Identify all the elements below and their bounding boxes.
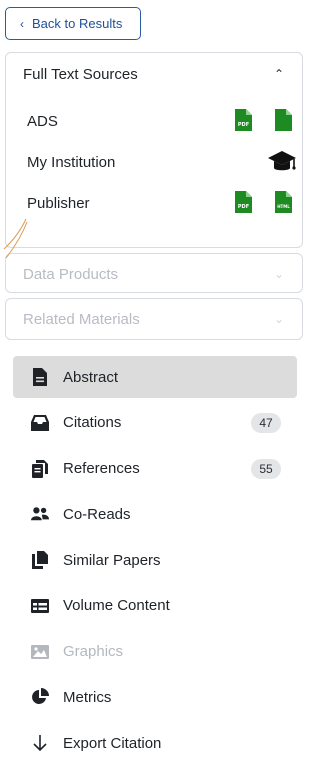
source-label-publisher: Publisher	[27, 194, 90, 212]
publisher-html-icon[interactable]: HTML	[275, 191, 292, 213]
citations-inbox-icon	[31, 414, 49, 432]
publisher-html-text: HTML	[277, 204, 290, 209]
nav-item-co-reads[interactable]: Co-Reads	[13, 493, 297, 535]
related-materials-panel: Related Materials ⌄	[5, 298, 303, 340]
nav-item-export-citation[interactable]: Export Citation	[13, 722, 297, 764]
citations-count-badge: 47	[251, 412, 281, 433]
source-row-my-institution: My Institution	[27, 149, 302, 175]
chevron-up-icon: ⌃	[273, 67, 284, 81]
nav-label-references: References	[63, 460, 140, 477]
full-text-sources-header[interactable]: Full Text Sources ⌃	[6, 53, 302, 95]
related-materials-title: Related Materials	[23, 310, 140, 328]
related-materials-header: Related Materials ⌄	[6, 299, 302, 339]
nav-label-similar-papers: Similar Papers	[63, 551, 161, 569]
image-icon	[31, 643, 49, 661]
chevron-left-icon: ‹	[20, 16, 24, 31]
source-label-my-institution: My Institution	[27, 153, 116, 171]
chevron-down-icon: ⌄	[273, 267, 284, 281]
table-icon	[31, 597, 49, 615]
paper-navigation-menu: Abstract Citations 47 References 55 Co-R…	[13, 356, 297, 768]
nav-label-export-citation: Export Citation	[63, 734, 162, 752]
references-count-badge: 55	[251, 458, 281, 479]
nav-item-volume-content[interactable]: Volume Content	[13, 585, 297, 627]
source-row-publisher: Publisher PDF HTML	[27, 190, 302, 216]
back-to-results-button[interactable]: ‹ Back to Results	[5, 7, 141, 40]
arrow-down-icon	[31, 734, 49, 752]
chevron-down-icon: ⌄	[273, 312, 284, 326]
ads-pdf-icon[interactable]: PDF	[235, 109, 252, 131]
nav-label-graphics: Graphics	[63, 643, 124, 660]
similar-files-icon	[31, 551, 49, 569]
nav-label-metrics: Metrics	[63, 688, 112, 706]
publisher-pdf-icon[interactable]: PDF	[235, 191, 252, 213]
nav-item-abstract[interactable]: Abstract	[13, 356, 297, 398]
back-button-label: Back to Results	[32, 16, 123, 31]
pie-chart-icon	[31, 688, 49, 706]
source-row-ads: ADS PDF	[27, 108, 302, 134]
source-label-ads: ADS	[27, 112, 58, 130]
nav-item-metrics[interactable]: Metrics	[13, 676, 297, 718]
users-icon	[31, 505, 49, 523]
nav-label-abstract: Abstract	[63, 368, 119, 386]
data-products-header: Data Products ⌄	[6, 254, 302, 294]
nav-label-volume-content: Volume Content	[63, 597, 170, 615]
nav-label-citations: Citations	[63, 414, 122, 432]
graduation-cap-icon[interactable]	[267, 150, 297, 172]
nav-item-citations[interactable]: Citations 47	[13, 402, 297, 444]
nav-item-similar-papers[interactable]: Similar Papers	[13, 539, 297, 581]
ads-document-icon[interactable]	[275, 109, 292, 131]
publisher-pdf-text: PDF	[238, 204, 249, 210]
full-text-sources-title: Full Text Sources	[23, 65, 138, 83]
full-text-sources-panel: Full Text Sources ⌃ ADS PDF My Instituti	[5, 52, 303, 248]
references-copy-icon	[31, 459, 49, 478]
abstract-doc-icon	[31, 368, 49, 386]
ads-pdf-text: PDF	[238, 122, 249, 128]
data-products-panel: Data Products ⌄	[5, 253, 303, 293]
annotation-leader-line	[3, 218, 28, 259]
nav-item-references[interactable]: References 55	[13, 448, 297, 490]
nav-item-graphics: Graphics	[13, 631, 297, 673]
nav-label-co-reads: Co-Reads	[63, 505, 131, 523]
